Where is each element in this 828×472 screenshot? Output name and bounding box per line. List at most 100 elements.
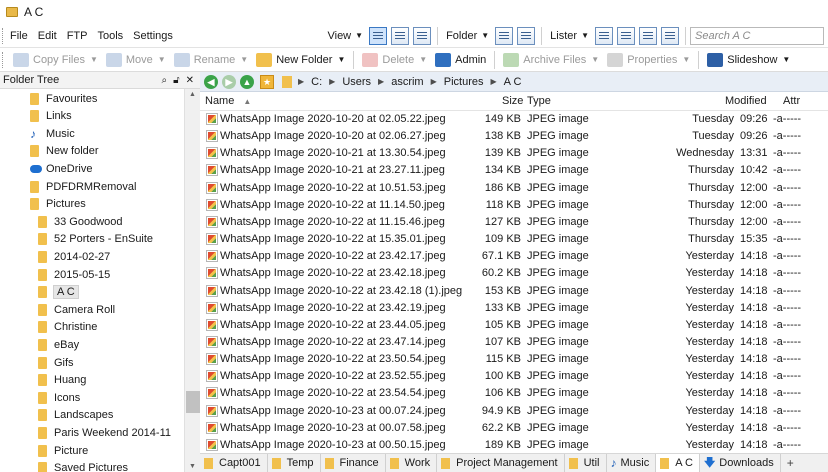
thumbnail-view-icon[interactable]: [413, 26, 432, 45]
column-attr-header[interactable]: Attr: [783, 95, 800, 107]
file-row[interactable]: WhatsApp Image 2020-10-22 at 23.44.05.jp…: [200, 317, 828, 334]
tree-item[interactable]: Pictures: [30, 196, 86, 213]
file-row[interactable]: WhatsApp Image 2020-10-22 at 23.54.54.jp…: [200, 385, 828, 402]
column-name-header[interactable]: Name ▲: [205, 95, 251, 107]
file-row[interactable]: WhatsApp Image 2020-10-20 at 02.06.27.jp…: [200, 128, 828, 145]
breadcrumb-chevron-icon[interactable]: ▶: [296, 77, 306, 86]
file-row[interactable]: WhatsApp Image 2020-10-23 at 00.07.24.jp…: [200, 403, 828, 420]
tree-item[interactable]: 2015-05-15: [38, 266, 110, 283]
forward-icon[interactable]: ▶: [222, 74, 236, 89]
chevron-down-icon[interactable]: ▼: [419, 55, 427, 64]
file-row[interactable]: WhatsApp Image 2020-10-22 at 23.50.54.jp…: [200, 351, 828, 368]
tree-item[interactable]: OneDrive: [30, 160, 92, 177]
dual-pane-icon[interactable]: [617, 26, 635, 45]
folder-tab[interactable]: Project Management: [437, 454, 565, 472]
breadcrumb-item[interactable]: Pictures: [439, 72, 489, 92]
up-icon[interactable]: ▲: [240, 74, 254, 89]
file-row[interactable]: WhatsApp Image 2020-10-22 at 23.42.18 (1…: [200, 283, 828, 300]
breadcrumb-chevron-icon[interactable]: ▶: [376, 77, 386, 86]
folder-tab[interactable]: Temp: [268, 454, 321, 472]
scrollbar-thumb[interactable]: [186, 391, 200, 413]
breadcrumb-chevron-icon[interactable]: ▶: [429, 77, 439, 86]
folder-menu-button[interactable]: Folder ▼: [442, 26, 493, 46]
folder-tree-scrollbar[interactable]: ▲ ▼: [184, 89, 200, 472]
breadcrumb-item[interactable]: ascrim: [386, 72, 428, 92]
chevron-down-icon[interactable]: ▼: [158, 55, 166, 64]
breadcrumb-item[interactable]: A C: [499, 72, 527, 92]
menu-edit[interactable]: Edit: [33, 24, 62, 48]
file-row[interactable]: WhatsApp Image 2020-10-22 at 11.14.50.jp…: [200, 197, 828, 214]
tree-item[interactable]: ♪ Music: [30, 125, 75, 142]
folder-options-icon[interactable]: [517, 26, 536, 45]
tree-item[interactable]: 33 Goodwood: [38, 213, 123, 230]
breadcrumb-chevron-icon[interactable]: ▶: [327, 77, 337, 86]
folder-tab[interactable]: Capt001: [200, 454, 268, 472]
favorites-star-icon[interactable]: ★: [260, 74, 274, 89]
menu-settings[interactable]: Settings: [128, 24, 178, 48]
menu-file[interactable]: File: [5, 24, 33, 48]
toolbar-delete-button[interactable]: Delete ▼: [358, 49, 431, 71]
tree-item[interactable]: Huang: [38, 372, 86, 389]
details-view-icon[interactable]: [369, 26, 388, 45]
column-size-header[interactable]: Size: [502, 95, 523, 107]
chevron-down-icon[interactable]: ▼: [682, 55, 690, 64]
scroll-down-icon[interactable]: ▼: [189, 463, 196, 470]
file-row[interactable]: WhatsApp Image 2020-10-22 at 23.42.17.jp…: [200, 248, 828, 265]
search-input[interactable]: Search A C: [690, 26, 824, 45]
file-row[interactable]: WhatsApp Image 2020-10-22 at 23.52.55.jp…: [200, 368, 828, 385]
breadcrumb-chevron-icon[interactable]: ▶: [489, 77, 499, 86]
view-menu-button[interactable]: View ▼: [323, 26, 367, 46]
file-row[interactable]: WhatsApp Image 2020-10-22 at 23.42.18.jp…: [200, 265, 828, 282]
folder-tab[interactable]: Finance: [321, 454, 386, 472]
tree-item[interactable]: Saved Pictures: [38, 460, 128, 472]
breadcrumb-item[interactable]: Users: [337, 72, 376, 92]
column-type-header[interactable]: Type: [527, 95, 551, 107]
folder-tab[interactable]: 🡇 Downloads: [700, 454, 781, 472]
tree-item[interactable]: Landscapes: [38, 407, 113, 424]
tree-item[interactable]: Gifs: [38, 354, 74, 371]
tree-item[interactable]: 2014-02-27: [38, 248, 110, 265]
chevron-down-icon[interactable]: ▼: [782, 55, 790, 64]
tree-item[interactable]: Icons: [38, 389, 80, 406]
column-modified-header[interactable]: Modified: [725, 95, 767, 107]
back-icon[interactable]: ◀: [204, 74, 218, 89]
folder-tab[interactable]: Work: [386, 454, 438, 472]
tree-item[interactable]: PDFDRMRemoval: [30, 178, 136, 195]
toolbar-grip[interactable]: [2, 51, 5, 68]
tree-pane-icon[interactable]: [639, 26, 657, 45]
file-row[interactable]: WhatsApp Image 2020-10-20 at 02.05.22.jp…: [200, 111, 828, 128]
lock-icon[interactable]: 🔓︎: [173, 75, 179, 86]
chevron-down-icon[interactable]: ▼: [240, 55, 248, 64]
lister-menu-button[interactable]: Lister ▼: [546, 26, 593, 46]
folder-tab[interactable]: ♪ Music: [607, 454, 657, 472]
toolbar-admin-button[interactable]: Admin: [431, 49, 490, 71]
folder-tree[interactable]: Favourites Links ♪ Music New folder OneDrive P…: [0, 89, 184, 472]
tree-item[interactable]: A C: [38, 284, 79, 301]
toolbar-copy-files-button[interactable]: Copy Files ▼: [9, 49, 102, 71]
list-view-icon[interactable]: [391, 26, 410, 45]
file-row[interactable]: WhatsApp Image 2020-10-23 at 00.07.58.jp…: [200, 420, 828, 437]
toolbar-archive-button[interactable]: Archive Files ▼: [499, 49, 603, 71]
search-icon[interactable]: ⌕: [162, 75, 168, 86]
breadcrumb-item[interactable]: C:: [306, 72, 327, 92]
tree-item[interactable]: New folder: [30, 143, 99, 160]
file-row[interactable]: WhatsApp Image 2020-10-21 at 23.27.11.jp…: [200, 162, 828, 179]
folder-layout-icon[interactable]: [495, 26, 514, 45]
file-row[interactable]: WhatsApp Image 2020-10-22 at 23.42.19.jp…: [200, 300, 828, 317]
menu-ftp[interactable]: FTP: [62, 24, 93, 48]
tree-item[interactable]: 52 Porters - EnSuite: [38, 231, 153, 248]
scroll-up-icon[interactable]: ▲: [189, 91, 196, 98]
close-icon[interactable]: ✕: [186, 75, 194, 86]
tree-item[interactable]: Favourites: [30, 90, 97, 107]
viewer-pane-icon[interactable]: [661, 26, 679, 45]
chevron-down-icon[interactable]: ▼: [591, 55, 599, 64]
tree-item[interactable]: Christine: [38, 319, 97, 336]
tree-item[interactable]: eBay: [38, 336, 79, 353]
file-row[interactable]: WhatsApp Image 2020-10-22 at 23.47.14.jp…: [200, 334, 828, 351]
folder-tab[interactable]: A C: [656, 454, 700, 472]
toolbar-slideshow-button[interactable]: Slideshow ▼: [703, 49, 794, 71]
file-row[interactable]: WhatsApp Image 2020-10-23 at 00.50.15.jp…: [200, 437, 828, 453]
file-row[interactable]: WhatsApp Image 2020-10-22 at 15.35.01.jp…: [200, 231, 828, 248]
file-row[interactable]: WhatsApp Image 2020-10-22 at 11.15.46.jp…: [200, 214, 828, 231]
file-list[interactable]: WhatsApp Image 2020-10-20 at 02.05.22.jp…: [200, 111, 828, 453]
